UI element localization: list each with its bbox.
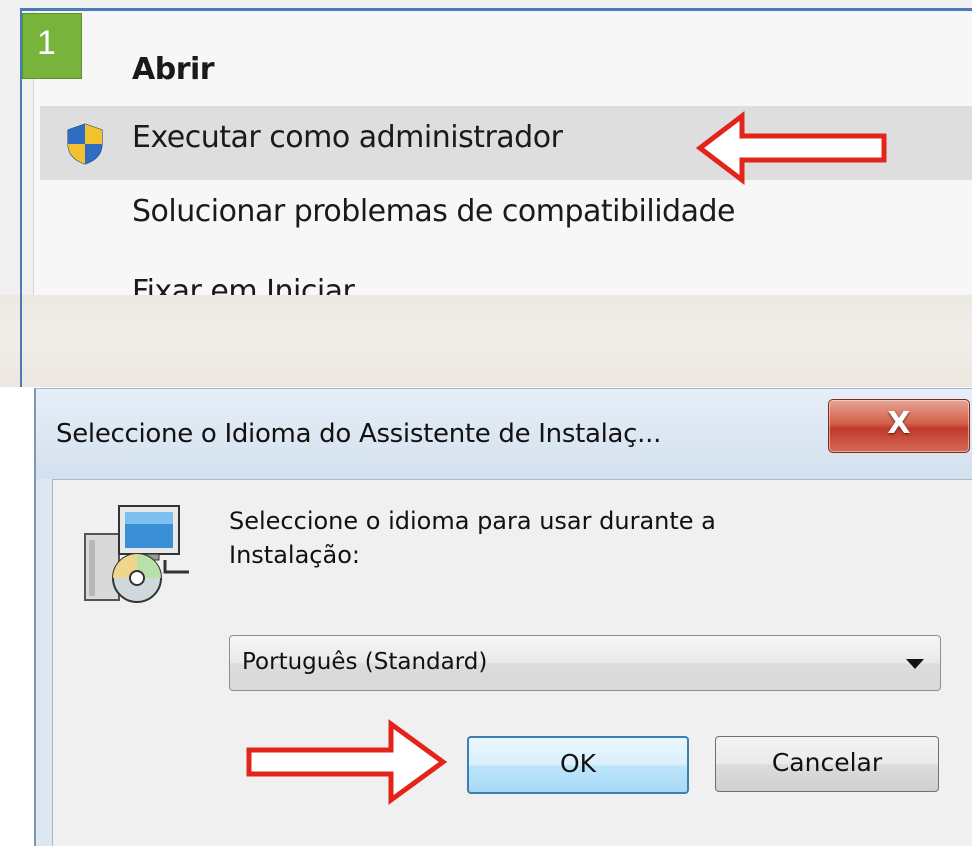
- setup-installer-icon: [84, 505, 189, 603]
- menu-item-label: Executar como administrador: [132, 120, 563, 155]
- language-prompt: Seleccione o idioma para usar durante a …: [229, 504, 716, 572]
- background-texture: [0, 295, 972, 387]
- red-arrow-right-icon: [246, 719, 448, 805]
- step-number-badge: 1: [22, 13, 82, 79]
- language-select[interactable]: Português (Standard): [229, 635, 941, 691]
- tutorial-screenshot: Abrir Executar como administrador Soluci…: [0, 0, 972, 846]
- prompt-line-2: Instalação:: [229, 541, 360, 569]
- language-select-value: Português (Standard): [242, 649, 488, 675]
- menu-item-abrir[interactable]: Abrir: [40, 32, 972, 104]
- red-arrow-left-icon: [696, 110, 887, 186]
- close-icon: X: [887, 406, 911, 441]
- dialog-titlebar[interactable]: Seleccione o Idioma do Assistente de Ins…: [36, 389, 972, 479]
- dialog-title: Seleccione o Idioma do Assistente de Ins…: [56, 419, 662, 449]
- menu-item-label: Abrir: [132, 52, 215, 87]
- setup-language-dialog: Seleccione o Idioma do Assistente de Ins…: [34, 388, 972, 846]
- uac-shield-icon: [67, 123, 103, 165]
- dropdown-caret-icon: [906, 659, 924, 669]
- menu-item-troubleshoot-compatibility[interactable]: Solucionar problemas de compatibilidade: [40, 180, 972, 252]
- menu-item-label: Solucionar problemas de compatibilidade: [132, 194, 736, 229]
- prompt-line-1: Seleccione o idioma para usar durante a: [229, 507, 716, 535]
- menu-item-pin-to-start[interactable]: Fixar em Iniciar: [40, 250, 972, 295]
- context-menu: Abrir Executar como administrador Soluci…: [0, 0, 972, 295]
- step-number: 1: [37, 24, 56, 62]
- dialog-body: Seleccione o idioma para usar durante a …: [52, 479, 972, 846]
- ok-button[interactable]: OK: [467, 736, 689, 794]
- menu-item-label: Fixar em Iniciar: [132, 274, 355, 295]
- cancel-button[interactable]: Cancelar: [715, 736, 939, 792]
- close-button[interactable]: X: [828, 399, 970, 453]
